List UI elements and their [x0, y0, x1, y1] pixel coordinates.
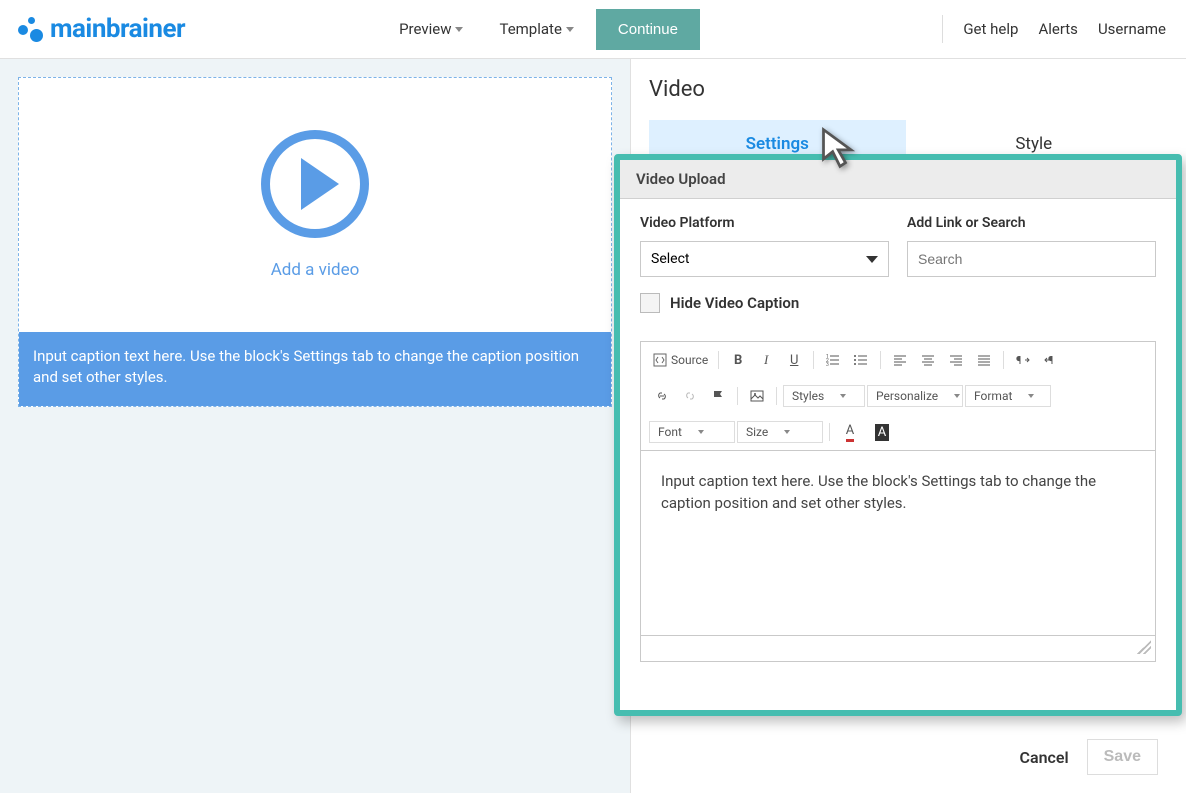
link-button[interactable]	[649, 384, 675, 408]
svg-text:3: 3	[826, 362, 829, 367]
bg-color-button[interactable]: A	[868, 420, 898, 444]
bold-button[interactable]: B	[725, 348, 751, 372]
styles-dropdown[interactable]: Styles	[783, 385, 865, 407]
ltr-button[interactable]: ¶	[1010, 348, 1036, 372]
personalize-dropdown[interactable]: Personalize	[867, 385, 963, 407]
chevron-down-icon	[566, 27, 574, 32]
editor-footer	[641, 635, 1155, 661]
platform-label: Video Platform	[640, 215, 889, 231]
play-icon	[261, 130, 369, 238]
panel-footer: Cancel Save	[1020, 739, 1158, 775]
canvas-area: Add a video Input caption text here. Use…	[0, 59, 631, 793]
logo-icon	[16, 15, 44, 43]
get-help-link[interactable]: Get help	[963, 20, 1018, 38]
template-menu[interactable]: Template	[485, 12, 587, 46]
panel-title: Video	[649, 77, 1162, 102]
flag-button[interactable]	[705, 384, 731, 408]
svg-text:¶: ¶	[1016, 354, 1021, 367]
resize-grip[interactable]	[1137, 640, 1151, 654]
rtl-button[interactable]: ¶	[1038, 348, 1064, 372]
divider	[942, 15, 943, 43]
underline-button[interactable]: U	[781, 348, 807, 372]
editor-content[interactable]: Input caption text here. Use the block's…	[641, 451, 1155, 635]
username-menu[interactable]: Username	[1098, 20, 1170, 38]
app-header: mainbrainer Preview Template Continue Ge…	[0, 0, 1186, 59]
logo-text: mainbrainer	[50, 14, 185, 44]
continue-button[interactable]: Continue	[596, 9, 700, 50]
logo[interactable]: mainbrainer	[16, 14, 185, 44]
format-dropdown[interactable]: Format	[965, 385, 1051, 407]
video-placeholder: Add a video	[19, 78, 611, 332]
nav-right: Get help Alerts Username	[942, 15, 1170, 43]
hide-caption-checkbox[interactable]	[640, 293, 660, 313]
preview-menu[interactable]: Preview	[385, 12, 477, 46]
source-button[interactable]: Source	[649, 351, 712, 369]
nav-center: Preview Template Continue	[385, 9, 700, 50]
cancel-button[interactable]: Cancel	[1020, 748, 1069, 767]
ordered-list-button[interactable]: 123	[820, 348, 846, 372]
save-button[interactable]: Save	[1087, 739, 1158, 775]
align-center-button[interactable]	[915, 348, 941, 372]
add-video-label: Add a video	[271, 260, 360, 280]
unlink-button[interactable]	[677, 384, 703, 408]
font-dropdown[interactable]: Font	[649, 421, 735, 443]
link-label: Add Link or Search	[907, 215, 1156, 231]
chevron-down-icon	[866, 256, 878, 263]
align-left-button[interactable]	[887, 348, 913, 372]
video-block[interactable]: Add a video Input caption text here. Use…	[18, 77, 612, 407]
platform-select[interactable]: Select	[640, 241, 889, 277]
text-color-button[interactable]: A	[836, 420, 866, 444]
section-header: Video Upload	[620, 160, 1176, 199]
search-input[interactable]	[907, 241, 1156, 277]
chevron-down-icon	[455, 27, 463, 32]
checkbox-label: Hide Video Caption	[670, 294, 799, 312]
image-button[interactable]	[744, 384, 770, 408]
caption-text: Input caption text here. Use the block's…	[19, 332, 611, 406]
rich-text-editor: Source B I U 123 ¶ ¶	[640, 341, 1156, 662]
highlighted-section: Video Upload Video Platform Select Add L…	[614, 154, 1182, 716]
alerts-link[interactable]: Alerts	[1038, 20, 1078, 38]
align-right-button[interactable]	[943, 348, 969, 372]
italic-button[interactable]: I	[753, 348, 779, 372]
editor-toolbar: Source B I U 123 ¶ ¶	[641, 342, 1155, 451]
size-dropdown[interactable]: Size	[737, 421, 823, 443]
align-justify-button[interactable]	[971, 348, 997, 372]
unordered-list-button[interactable]	[848, 348, 874, 372]
